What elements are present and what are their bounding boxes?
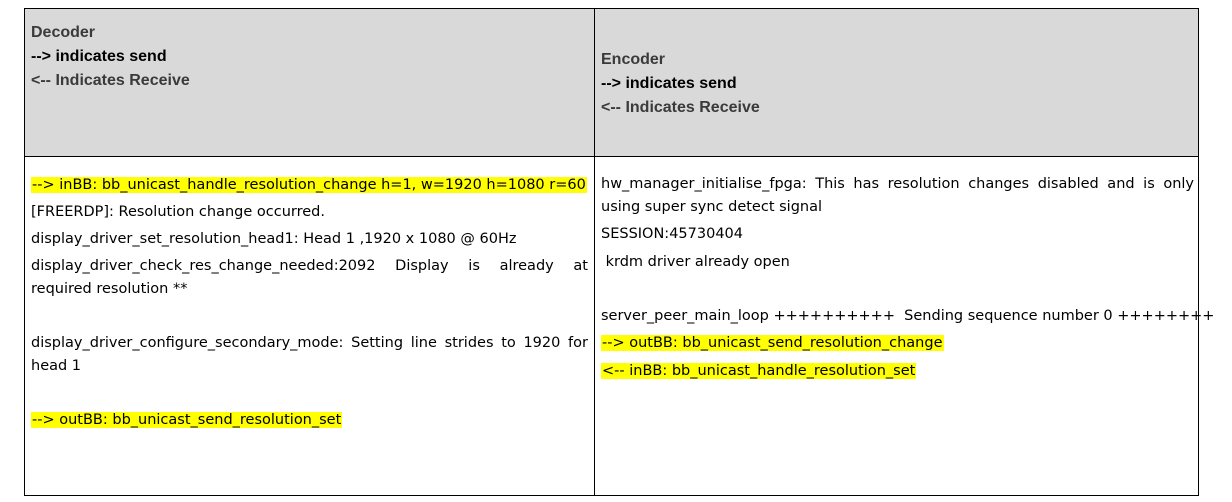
decoder-receive-legend: <-- Indicates Receive [31, 72, 190, 89]
decoder-log-line: display_driver_check_res_change_needed:2… [31, 258, 588, 274]
decoder-log-line: required resolution ** [31, 281, 188, 297]
highlighted-log-text: --> outBB: bb_unicast_send_resolution_se… [31, 412, 343, 428]
decoder-header-cell: Decoder --> indicates send <-- Indicates… [25, 9, 594, 156]
encoder-log-line: krdm driver already open [601, 254, 790, 270]
decoder-title: Decoder [31, 24, 96, 41]
decoder-log-line: [FREERDP]: Resolution change occurred. [31, 204, 325, 220]
column-divider [594, 9, 595, 495]
decoder-header-text: Decoder --> indicates send <-- Indicates… [31, 21, 190, 93]
encoder-send-legend: --> indicates send [601, 75, 737, 92]
decoder-log-line: head 1 [31, 358, 82, 374]
encoder-log-line: using super sync detect signal [601, 199, 823, 215]
decoder-log-line: --> inBB: bb_unicast_handle_resolution_c… [31, 174, 587, 197]
decoder-log-line: display_driver_configure_secondary_mode:… [31, 335, 588, 351]
highlighted-log-text: <-- inBB: bb_unicast_handle_resolution_s… [601, 363, 917, 379]
encoder-log-line: server_peer_main_loop ++++++++++ Sending… [601, 308, 1215, 324]
decoder-send-legend: --> indicates send [31, 48, 167, 65]
highlighted-log-text: --> inBB: bb_unicast_handle_resolution_c… [31, 177, 587, 193]
encoder-log-line: SESSION:45730404 [601, 226, 743, 242]
encoder-log-line: --> outBB: bb_unicast_send_resolution_ch… [601, 332, 944, 355]
header-divider [25, 156, 1198, 157]
encoder-log-line: <-- inBB: bb_unicast_handle_resolution_s… [601, 360, 917, 383]
encoder-log-line: hw_manager_initialise_fpga: This has res… [601, 176, 1194, 192]
encoder-header-cell: Encoder --> indicates send <-- Indicates… [595, 9, 1198, 156]
encoder-header-text: Encoder --> indicates send <-- Indicates… [601, 48, 760, 120]
encoder-title: Encoder [601, 51, 666, 68]
log-comparison-table: Decoder --> indicates send <-- Indicates… [24, 8, 1214, 496]
decoder-log-line: display_driver_set_resolution_head1: Hea… [31, 231, 517, 247]
decoder-log-line: --> outBB: bb_unicast_send_resolution_se… [31, 409, 343, 432]
highlighted-log-text: --> outBB: bb_unicast_send_resolution_ch… [601, 335, 944, 351]
encoder-receive-legend: <-- Indicates Receive [601, 99, 760, 116]
